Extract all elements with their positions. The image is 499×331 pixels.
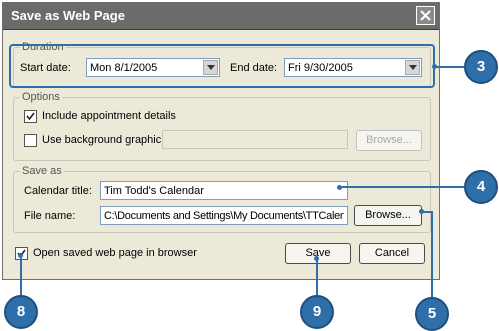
callout-4-pointer: [337, 185, 342, 190]
callout-9: 9: [300, 295, 334, 329]
callout-5: 5: [415, 297, 449, 331]
callout-8: 8: [4, 295, 38, 329]
callout-5-pointer: [419, 209, 424, 214]
callout-9-pointer: [314, 256, 319, 261]
callout-4: 4: [464, 170, 498, 204]
callout-3-line: [20, 66, 464, 300]
callout-8-pointer: [18, 253, 23, 258]
